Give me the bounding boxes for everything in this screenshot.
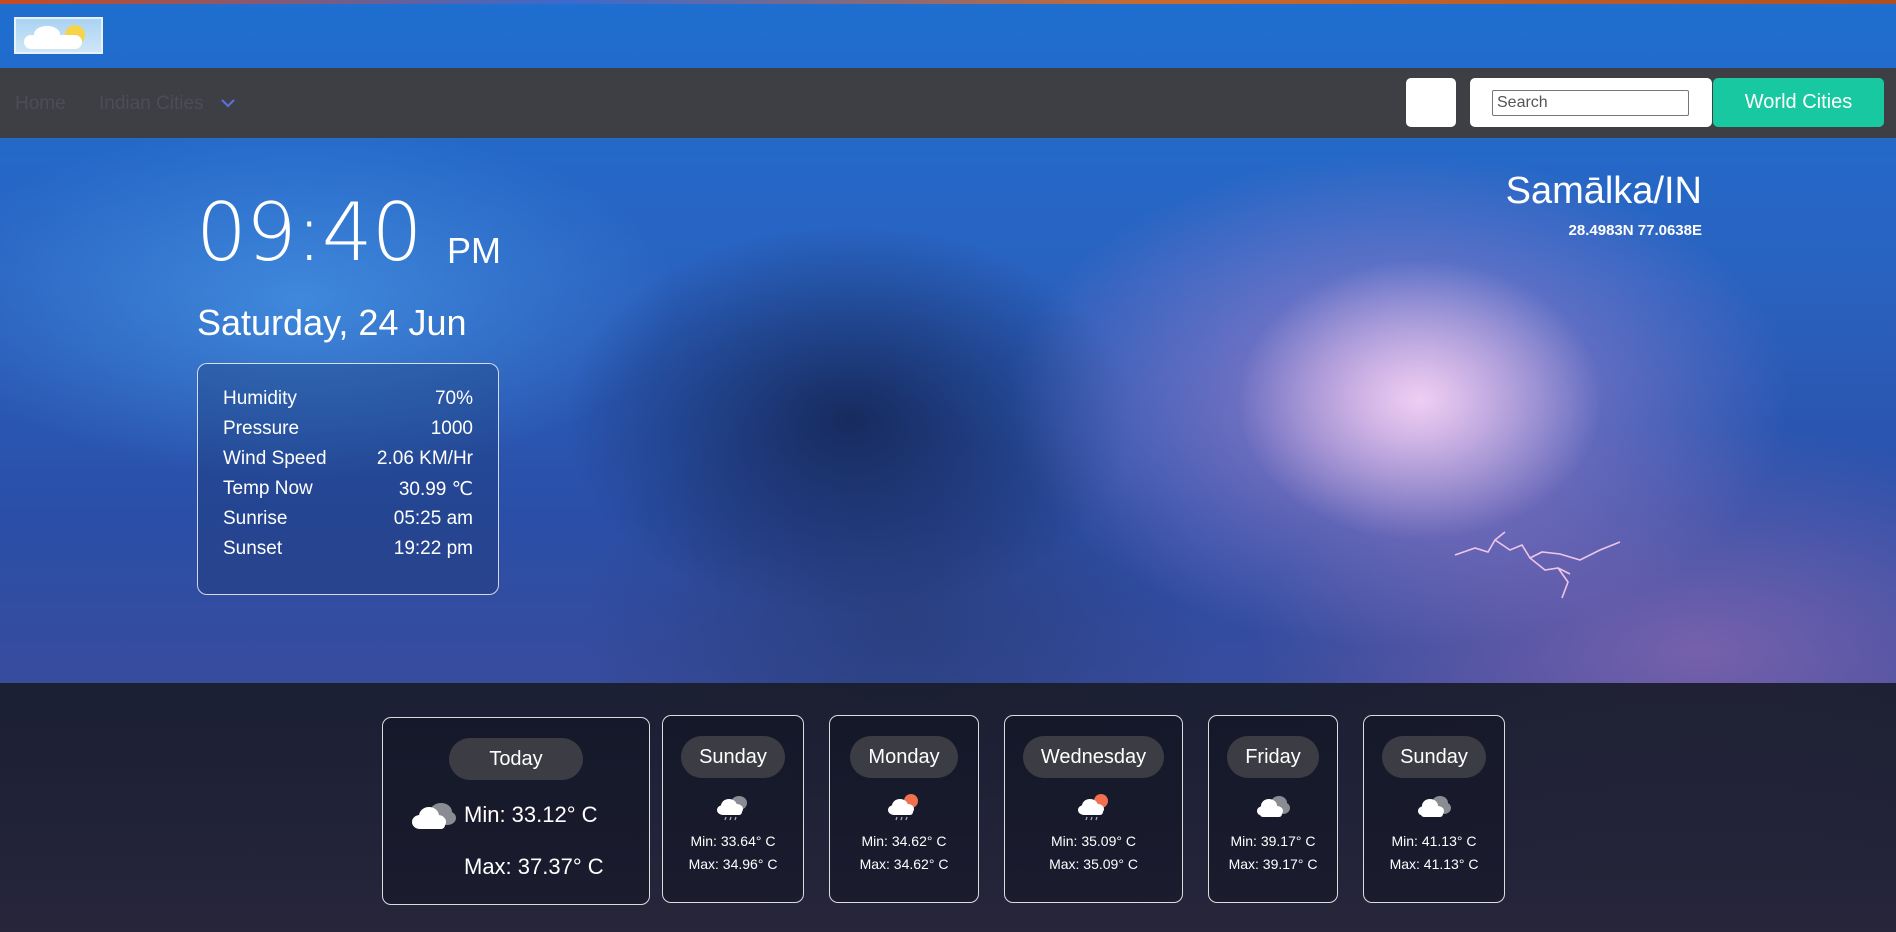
stat-value: 19:22 pm bbox=[393, 538, 473, 559]
stat-row-wind-speed: Wind Speed 2.06 KM/Hr bbox=[223, 448, 473, 478]
sun-rain-cloud-icon bbox=[888, 794, 918, 821]
world-cities-button[interactable]: World Cities bbox=[1713, 78, 1884, 127]
search-container bbox=[1470, 78, 1712, 127]
location-name: Samālka/IN bbox=[1505, 170, 1702, 212]
forecast-day-label: Sunday bbox=[681, 736, 785, 778]
stat-label: Wind Speed bbox=[223, 448, 327, 469]
stat-row-pressure: Pressure 1000 bbox=[223, 418, 473, 448]
forecast-min-temp: Min: 35.09° C bbox=[1051, 833, 1136, 849]
clock-ampm: PM bbox=[447, 230, 501, 271]
forecast-card-day[interactable]: Wednesday Min: 35.09° C Max: 35.09° C bbox=[1004, 715, 1183, 903]
cloudy-icon bbox=[1257, 796, 1290, 817]
forecast-card-today[interactable]: Today Min: 33.12° C Max: 37.37° C bbox=[382, 717, 650, 905]
forecast-day-label: Today bbox=[449, 738, 583, 780]
stat-label: Sunrise bbox=[223, 508, 288, 529]
stat-label: Sunset bbox=[223, 538, 283, 559]
chevron-down-icon[interactable] bbox=[221, 96, 235, 110]
forecast-min-temp: Min: 33.12° C bbox=[464, 802, 598, 827]
weather-stats-panel: Humidity 70% Pressure 1000 Wind Speed 2.… bbox=[197, 363, 499, 595]
brand-bar bbox=[0, 0, 1896, 68]
nav-indian-cities-dropdown[interactable]: Indian Cities bbox=[99, 93, 204, 115]
lightning-decoration bbox=[1454, 531, 1621, 599]
nav-home-link[interactable]: Home bbox=[15, 93, 66, 115]
forecast-day-label: Monday bbox=[850, 736, 958, 778]
forecast-min-temp: Min: 41.13° C bbox=[1391, 833, 1477, 849]
cloudy-icon bbox=[412, 803, 456, 829]
search-input[interactable] bbox=[1492, 90, 1689, 116]
forecast-card-day[interactable]: Friday Min: 39.17° C Max: 39.17° C bbox=[1208, 715, 1338, 903]
stat-value: 70% bbox=[434, 388, 473, 409]
forecast-card-day[interactable]: Monday Min: 34.62° C Max: 34.62° C bbox=[829, 715, 979, 903]
forecast-day-label: Sunday bbox=[1382, 736, 1486, 778]
forecast-day-label: Friday bbox=[1227, 736, 1319, 778]
sun-rain-cloud-icon bbox=[1077, 794, 1108, 821]
forecast-min-temp: Min: 39.17° C bbox=[1230, 833, 1316, 849]
stat-value: 1000 bbox=[430, 418, 473, 439]
current-date: Saturday, 24 Jun bbox=[197, 302, 467, 343]
forecast-max-temp: Max: 35.09° C bbox=[1049, 856, 1138, 872]
stat-label: Pressure bbox=[223, 418, 300, 439]
forecast-day-label: Wednesday bbox=[1022, 736, 1165, 778]
forecast-max-temp: Max: 37.37° C bbox=[464, 854, 604, 879]
forecast-max-temp: Max: 34.62° C bbox=[859, 856, 949, 872]
navbar: Home Indian Cities World Cities bbox=[0, 68, 1896, 138]
forecast-card-day[interactable]: Sunday Min: 41.13° C Max: 41.13° C bbox=[1363, 715, 1505, 903]
forecast-max-temp: Max: 39.17° C bbox=[1228, 856, 1318, 872]
stat-row-humidity: Humidity 70% bbox=[223, 388, 473, 418]
location-button[interactable] bbox=[1406, 78, 1456, 127]
forecast-min-temp: Min: 34.62° C bbox=[861, 833, 947, 849]
stat-row-temp-now: Temp Now 30.99 ℃ bbox=[223, 478, 473, 508]
forecast-card-day[interactable]: Sunday Min: 33.64° C Max: 34.96° C bbox=[662, 715, 804, 903]
logo-cloud-base bbox=[24, 35, 82, 49]
rain-cloud-icon bbox=[717, 796, 747, 821]
forecast-bar: Today Min: 33.12° C Max: 37.37° C Sunday… bbox=[0, 683, 1896, 932]
forecast-min-temp: Min: 33.64° C bbox=[690, 833, 776, 849]
stat-value: 30.99 ℃ bbox=[398, 479, 473, 500]
forecast-max-temp: Max: 41.13° C bbox=[1389, 856, 1479, 872]
stat-label: Humidity bbox=[223, 388, 297, 409]
forecast-max-temp: Max: 34.96° C bbox=[688, 856, 778, 872]
app-logo[interactable] bbox=[14, 17, 103, 54]
stat-row-sunrise: Sunrise 05:25 am bbox=[223, 508, 473, 538]
cloudy-icon bbox=[1418, 796, 1451, 817]
clock-time: 09:40 bbox=[196, 186, 423, 279]
stat-label: Temp Now bbox=[223, 478, 313, 499]
stat-row-sunset: Sunset 19:22 pm bbox=[223, 538, 473, 568]
stat-value: 2.06 KM/Hr bbox=[376, 448, 473, 469]
stat-value: 05:25 am bbox=[393, 508, 473, 529]
location-coordinates: 28.4983N 77.0638E bbox=[1568, 222, 1702, 239]
